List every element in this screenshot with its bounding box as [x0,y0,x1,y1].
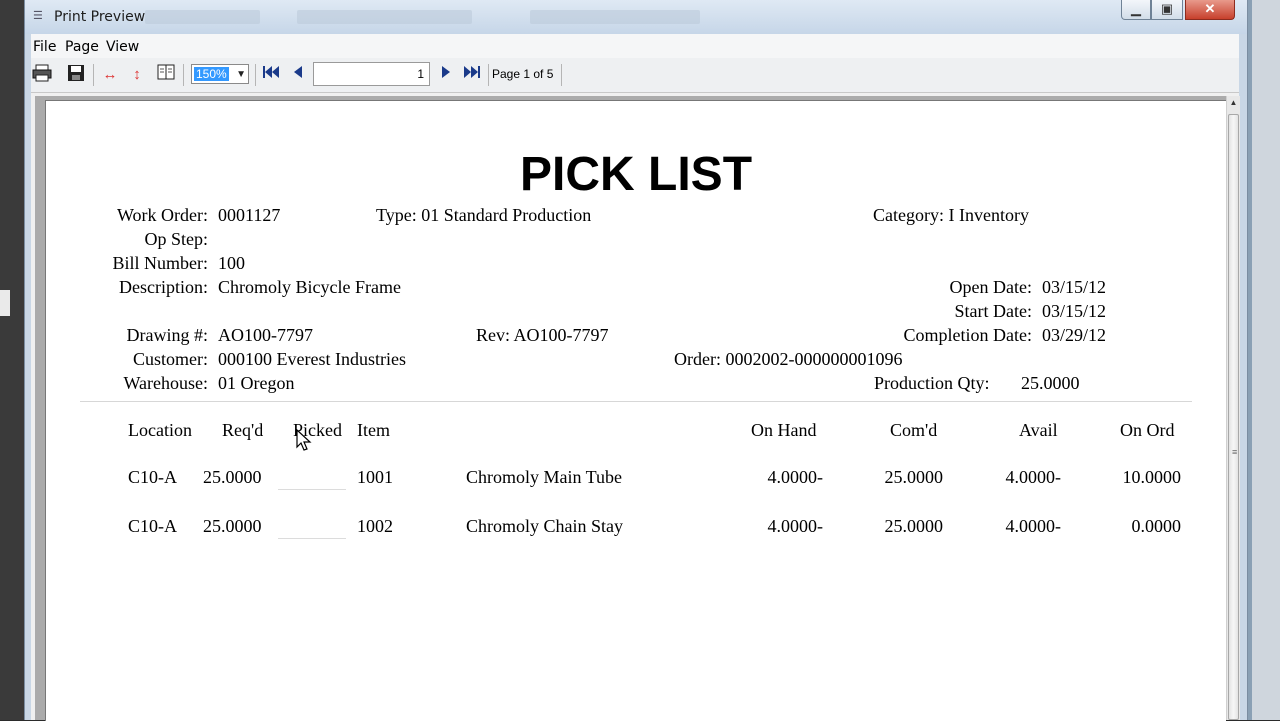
warehouse-label: Warehouse: [123,373,208,393]
row1-item: 1001 [357,467,393,487]
zoom-select[interactable]: 150% ▼ [191,64,249,84]
row2-description: Chromoly Chain Stay [466,516,623,536]
header-divider [80,401,1192,402]
toolbar-separator [561,64,562,86]
toolbar: ↔ ↕ 150% ▼ 1 Page 1 of 5 [31,58,1239,93]
open-date-value: 03/15/12 [1042,277,1107,297]
production-qty-value: 25.0000 [1021,373,1080,393]
row2-comd: 25.0000 [884,516,944,536]
report-title: PICK LIST [520,148,753,201]
row1-on-hand: 4.0000- [767,467,824,487]
drawing-label: Drawing #: [126,325,208,345]
grip-icon: ≡ [1232,447,1238,457]
work-order-value: 0001127 [218,205,281,225]
warehouse-value: 01 Oregon [218,373,295,393]
desktop-fragment [0,290,10,316]
fit-width-icon[interactable]: ↔ [99,64,121,86]
row1-on-ord: 10.0000 [1122,467,1182,487]
start-date-label: Start Date: [954,301,1032,321]
scroll-thumb[interactable]: ≡ [1228,114,1239,720]
page-number-input[interactable]: 1 [313,62,430,86]
window-client: File Page View ↔ ↕ 150% ▼ 1 Page 1 of 5 … [31,34,1240,721]
col-location: Location [128,420,192,440]
row1-avail: 4.0000- [1005,467,1062,487]
col-on-hand: On Hand [751,420,817,440]
zoom-value: 150% [194,67,229,81]
printer-icon[interactable] [31,64,53,86]
page-count-label: Page 1 of 5 [492,67,554,81]
customer-value: 000100 Everest Industries [218,349,406,369]
next-page-icon[interactable] [435,64,457,86]
first-page-icon[interactable] [260,64,282,86]
row2-reqd: 25.0000 [203,516,262,536]
toolbar-separator [93,64,94,86]
col-item: Item [357,420,390,440]
menu-bar: File Page View [31,34,1239,58]
col-reqd: Req'd [222,420,264,440]
minimize-button[interactable]: ▁ [1121,0,1151,20]
chevron-down-icon[interactable]: ▼ [236,65,246,85]
production-qty-label: Production Qty: [874,373,990,393]
row2-location: C10-A [128,516,177,536]
row2-avail: 4.0000- [1005,516,1062,536]
menu-file[interactable]: File [33,39,56,55]
bill-number-label: Bill Number: [112,253,209,273]
open-date-label: Open Date: [949,277,1032,297]
col-on-ord: On Ord [1120,420,1175,440]
menu-page[interactable]: Page [65,39,99,55]
row2-item: 1002 [357,516,393,536]
type-field: Type: 01 Standard Production [376,205,592,225]
close-button[interactable]: ✕ [1185,0,1235,20]
mouse-cursor-icon [296,429,312,451]
two-page-icon[interactable] [155,64,177,86]
scroll-up-icon[interactable]: ▲ [1228,96,1239,110]
order-field: Order: 0002002-000000001096 [674,349,903,369]
completion-date-value: 03/29/12 [1042,325,1107,345]
window-title: Print Preview [54,9,146,25]
maximize-button[interactable]: ▣ [1151,0,1183,20]
op-step-label: Op Step: [144,229,208,249]
bill-number-value: 100 [218,253,245,273]
fit-height-icon[interactable]: ↕ [126,64,148,86]
description-label: Description: [119,277,208,297]
col-comd: Com'd [890,420,938,440]
row1-picked-blank [278,489,346,490]
row2-on-hand: 4.0000- [767,516,824,536]
preview-viewport[interactable]: PICK LIST Work Order: 0001127 Op Step: B… [35,96,1226,721]
row1-description: Chromoly Main Tube [466,467,623,487]
rev-field: Rev: AO100-7797 [476,325,609,345]
drawing-value: AO100-7797 [218,325,313,345]
customer-label: Customer: [133,349,208,369]
background-title-ghost [530,10,700,24]
desktop-left-edge [0,0,24,720]
prev-page-icon[interactable] [287,64,309,86]
toolbar-separator [488,64,489,86]
row1-comd: 25.0000 [884,467,944,487]
row2-on-ord: 0.0000 [1131,516,1182,536]
work-order-label: Work Order: [116,205,208,225]
save-icon[interactable] [65,64,87,86]
vertical-scrollbar[interactable]: ▲ ≡ [1226,96,1240,720]
description-value: Chromoly Bicycle Frame [218,277,401,297]
col-avail: Avail [1019,420,1058,440]
title-bar[interactable]: ☰ Print Preview ▁ ▣ ✕ [25,0,1247,34]
print-preview-window: ☰ Print Preview ▁ ▣ ✕ File Page View ↔ ↕ [24,0,1248,721]
app-menu-icon[interactable]: ☰ [33,10,47,22]
category-field: Category: I Inventory [873,205,1029,225]
toolbar-separator [255,64,256,86]
last-page-icon[interactable] [461,64,483,86]
menu-view[interactable]: View [106,39,139,55]
background-title-ghost [145,10,260,24]
report-page: PICK LIST Work Order: 0001127 Op Step: B… [45,100,1226,721]
row1-reqd: 25.0000 [203,467,262,487]
completion-date-label: Completion Date: [903,325,1032,345]
toolbar-separator [183,64,184,86]
background-title-ghost [297,10,472,24]
desktop-right-edge [1246,0,1280,720]
start-date-value: 03/15/12 [1042,301,1107,321]
row2-picked-blank [278,538,346,539]
row1-location: C10-A [128,467,177,487]
